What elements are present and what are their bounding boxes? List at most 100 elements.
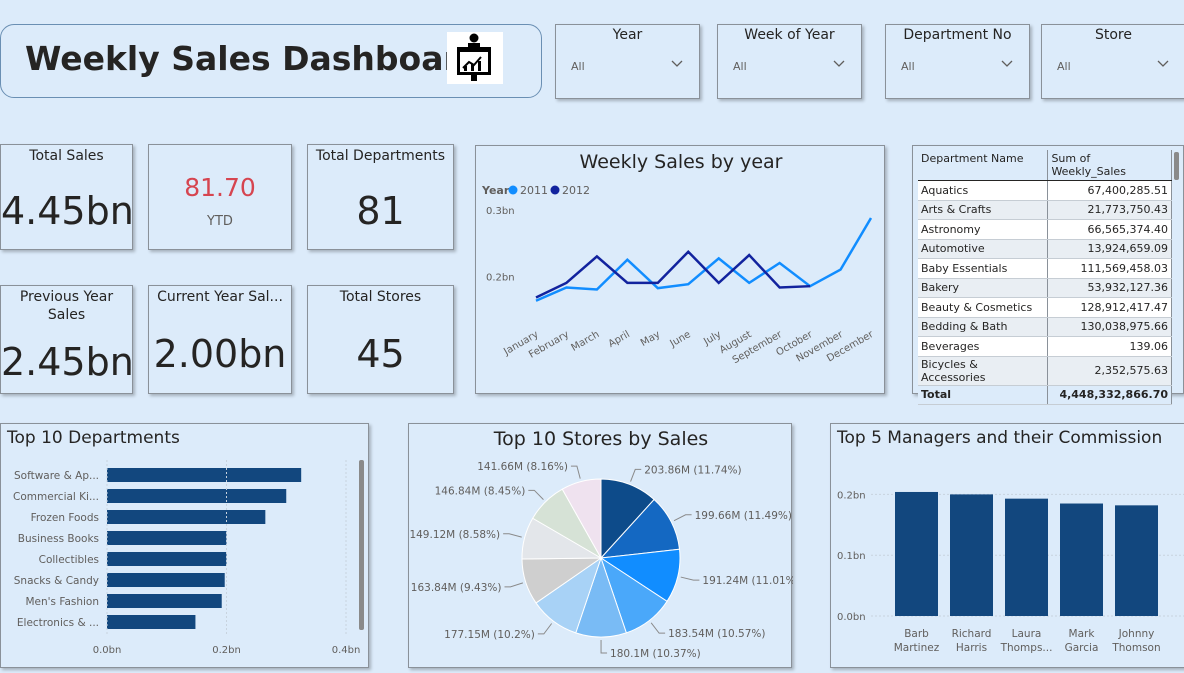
chart-scrollbar[interactable]	[359, 460, 364, 630]
table-row[interactable]: Beverages 139.06	[918, 336, 1172, 357]
table-row[interactable]: Bakery 53,932,127.36	[918, 278, 1172, 298]
category-label: Software & Ap...	[14, 470, 99, 482]
slicer-year[interactable]: Year All	[555, 24, 700, 99]
kpi-total-sales: Total Sales 4.45bn	[0, 144, 134, 250]
table-row[interactable]: Baby Essentials 111,569,458.03	[918, 258, 1172, 279]
top-departments-chart[interactable]: Top 10 Departments Software & Ap... Comme…	[1, 424, 370, 669]
y-tick-label: 0.2bn	[837, 490, 866, 501]
bar[interactable]	[1115, 505, 1158, 616]
table-row[interactable]: Arts & Crafts 21,773,750.43	[918, 200, 1172, 220]
line-chart[interactable]: Weekly Sales by year Year 2011 2012 0.2bn…	[476, 146, 886, 395]
chevron-down-icon[interactable]	[1157, 57, 1169, 69]
slice-label: 191.24M (11.01%)	[702, 575, 793, 587]
table-header-row: Department Name Sum of Weekly_Sales	[918, 150, 1172, 181]
kpi-label: Previous Year Sales	[19, 289, 114, 323]
category-label: Snacks & Candy	[14, 575, 99, 587]
leader-line	[600, 639, 608, 654]
x-tick-label: April	[607, 329, 632, 350]
sales-value-cell: 130,038,975.66	[1047, 317, 1172, 337]
department-name-cell: Automotive	[918, 239, 1049, 259]
kpi-value: 45	[356, 332, 405, 376]
bar[interactable]	[1060, 503, 1103, 616]
kpi-previous-year-sales: Previous Year Sales 2.45bn	[0, 285, 134, 394]
line-chart-card: Weekly Sales by year Year 2011 2012 0.2bn…	[475, 145, 885, 394]
table-scrollbar[interactable]	[1174, 152, 1179, 180]
chevron-down-icon[interactable]	[833, 57, 845, 69]
series-line-2011[interactable]	[535, 217, 873, 302]
department-name-cell: Bicycles & Accessories	[918, 356, 1049, 386]
x-tick-label: May	[639, 329, 662, 349]
slicer-department-no[interactable]: Department No All	[885, 24, 1030, 99]
kpi-value: 4.45bn	[1, 189, 134, 233]
slice-label: 163.84M (9.43%)	[411, 582, 502, 594]
department-name-cell: Beverages	[918, 336, 1049, 357]
bar[interactable]	[107, 531, 227, 545]
leader-line	[650, 622, 666, 634]
slice-label: 141.66M (8.16%)	[477, 461, 568, 473]
table-row[interactable]: Bicycles & Accessories 2,352,575.63	[918, 356, 1172, 386]
kpi-value: 81	[356, 189, 405, 233]
legend-marker	[550, 185, 560, 195]
category-label: Laura Thomps...	[1000, 628, 1053, 654]
table-total-row: Total 4,448,332,866.70	[918, 384, 1172, 405]
column-header-sales[interactable]: Sum of Weekly_Sales	[1047, 150, 1172, 181]
leader-line	[680, 576, 700, 581]
column-header-department[interactable]: Department Name	[918, 150, 1049, 181]
chart-title: Weekly Sales by year	[580, 151, 783, 173]
table-row[interactable]: Aquatics 67,400,285.51	[918, 180, 1172, 201]
slicer-label: Week of Year	[744, 27, 835, 43]
department-sales-table: Department Name Sum of Weekly_Sales Aqua…	[918, 150, 1172, 405]
slicer-store[interactable]: Store All	[1041, 24, 1184, 99]
bar[interactable]	[1005, 498, 1048, 616]
department-name-cell: Baby Essentials	[918, 258, 1049, 279]
table-row[interactable]: Astronomy 66,565,374.40	[918, 219, 1172, 240]
slice-label: 149.12M (8.58%)	[409, 529, 500, 541]
series-line-2012[interactable]	[535, 249, 811, 299]
managers-commission-card: Top 5 Managers and their Commission 0.0b…	[830, 423, 1184, 668]
bar[interactable]	[950, 494, 993, 616]
bar[interactable]	[107, 468, 302, 482]
category-label: Barb Martinez	[894, 628, 940, 654]
leader-line	[673, 514, 692, 522]
legend-label[interactable]: 2012	[562, 184, 590, 197]
x-tick-label: 0.4bn	[332, 645, 361, 656]
legend-label[interactable]: 2011	[520, 184, 548, 197]
category-label: Commercial Ki...	[13, 491, 99, 503]
leader-line	[503, 533, 522, 538]
total-value-cell: 4,448,332,866.70	[1047, 384, 1172, 405]
sales-value-cell: 67,400,285.51	[1047, 180, 1172, 201]
x-tick-label: 0.2bn	[212, 645, 241, 656]
chevron-down-icon[interactable]	[1001, 57, 1013, 69]
leader-line	[504, 582, 524, 588]
category-label: Business Books	[18, 533, 99, 545]
y-tick-label: 0.1bn	[837, 551, 866, 562]
presentation-chart-icon	[447, 32, 503, 84]
bar[interactable]	[107, 594, 222, 608]
leader-line	[528, 489, 544, 500]
sales-value-cell: 53,932,127.36	[1047, 278, 1172, 298]
table-row[interactable]: Bedding & Bath 130,038,975.66	[918, 317, 1172, 337]
bar[interactable]	[107, 552, 227, 566]
managers-commission-chart[interactable]: Top 5 Managers and their Commission 0.0b…	[831, 424, 1184, 669]
x-tick-label: March	[570, 329, 602, 354]
bar[interactable]	[107, 510, 266, 524]
bar[interactable]	[895, 491, 938, 616]
chart-title: Top 10 Stores by Sales	[493, 428, 708, 450]
kpi-label: Total Sales	[29, 148, 104, 164]
slicer-value: All	[1057, 60, 1071, 73]
bar[interactable]	[107, 489, 287, 503]
top-stores-pie[interactable]: Top 10 Stores by Sales 203.86M (11.74%) 1…	[409, 424, 799, 669]
chevron-down-icon[interactable]	[671, 57, 683, 69]
bar[interactable]	[107, 573, 225, 587]
slicer-label: Year	[612, 27, 643, 43]
bar[interactable]	[107, 615, 196, 629]
slice-label: 146.84M (8.45%)	[435, 485, 526, 497]
y-tick-label: 0.3bn	[486, 206, 515, 217]
table-row[interactable]: Beauty & Cosmetics 128,912,417.47	[918, 297, 1172, 318]
slicer-label: Department No	[903, 27, 1012, 43]
chart-title: Top 10 Departments	[6, 428, 180, 448]
kpi-total-departments: Total Departments 81	[307, 144, 454, 250]
slicer-week-of-year[interactable]: Week of Year All	[717, 24, 862, 99]
slice-label: 203.86M (11.74%)	[644, 464, 741, 476]
table-row[interactable]: Automotive 13,924,659.09	[918, 239, 1172, 259]
